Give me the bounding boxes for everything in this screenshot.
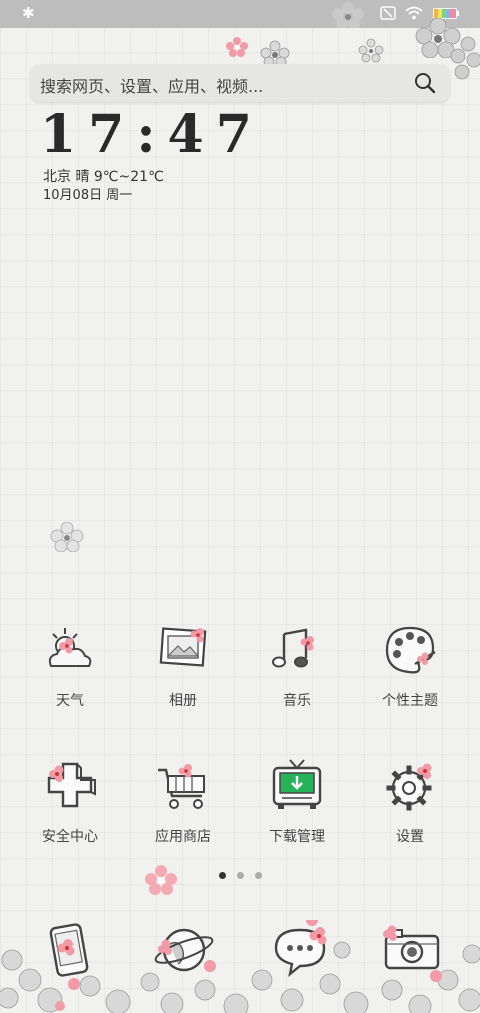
flower-decoration [332,2,364,28]
download-tv-icon [272,759,322,809]
flower-decoration [145,865,177,895]
search-placeholder[interactable]: 搜索网页、设置、应用、视频... [40,73,263,97]
messages-bubble-icon[interactable] [268,918,332,982]
app-settings[interactable]: 设置 [355,756,465,846]
page-dot[interactable] [237,872,244,879]
page-dot[interactable] [255,872,262,879]
security-plus-icon [47,762,96,808]
music-note-icon [272,628,314,668]
flower-decoration [226,37,248,57]
app-label: 相册 [169,693,197,709]
clock-time[interactable]: 17:47 [40,104,264,165]
app-album[interactable]: 相册 [128,620,238,710]
shopping-cart-icon [158,764,205,809]
app-download[interactable]: 下载管理 [242,756,352,846]
page-indicator [219,872,262,879]
app-label: 天气 [56,693,84,709]
app-store[interactable]: 应用商店 [128,756,238,846]
theme-palette-icon [385,626,436,674]
settings-gear-icon [386,763,432,811]
flower-decoration [50,522,84,552]
weather-cloud-icon [48,628,92,667]
flower-decoration [358,38,384,63]
photo-album-icon [159,627,207,667]
no-sim-icon [380,6,396,20]
app-label: 安全中心 [42,829,98,845]
browser-globe-icon[interactable] [152,918,216,982]
camera-icon[interactable] [380,918,444,982]
app-label: 音乐 [283,693,311,709]
weather-info[interactable]: 北京 晴 9℃~21℃ [43,166,164,186]
page-dot[interactable] [219,872,226,879]
phone-icon[interactable] [38,918,102,982]
flower-decoration [450,36,480,80]
app-label: 个性主题 [382,693,438,709]
app-weather[interactable]: 天气 [15,620,125,710]
app-label: 下载管理 [269,829,325,845]
app-music[interactable]: 音乐 [242,620,352,710]
app-theme[interactable]: 个性主题 [355,620,465,710]
search-bar[interactable]: 搜索网页、设置、应用、视频... [30,64,450,102]
date-info[interactable]: 10月08日 周一 [43,184,132,203]
app-label: 设置 [396,829,424,845]
app-label: 应用商店 [155,829,211,845]
bluetooth-icon: ✱ [22,4,35,22]
app-security[interactable]: 安全中心 [15,756,125,846]
search-icon[interactable] [414,72,436,94]
